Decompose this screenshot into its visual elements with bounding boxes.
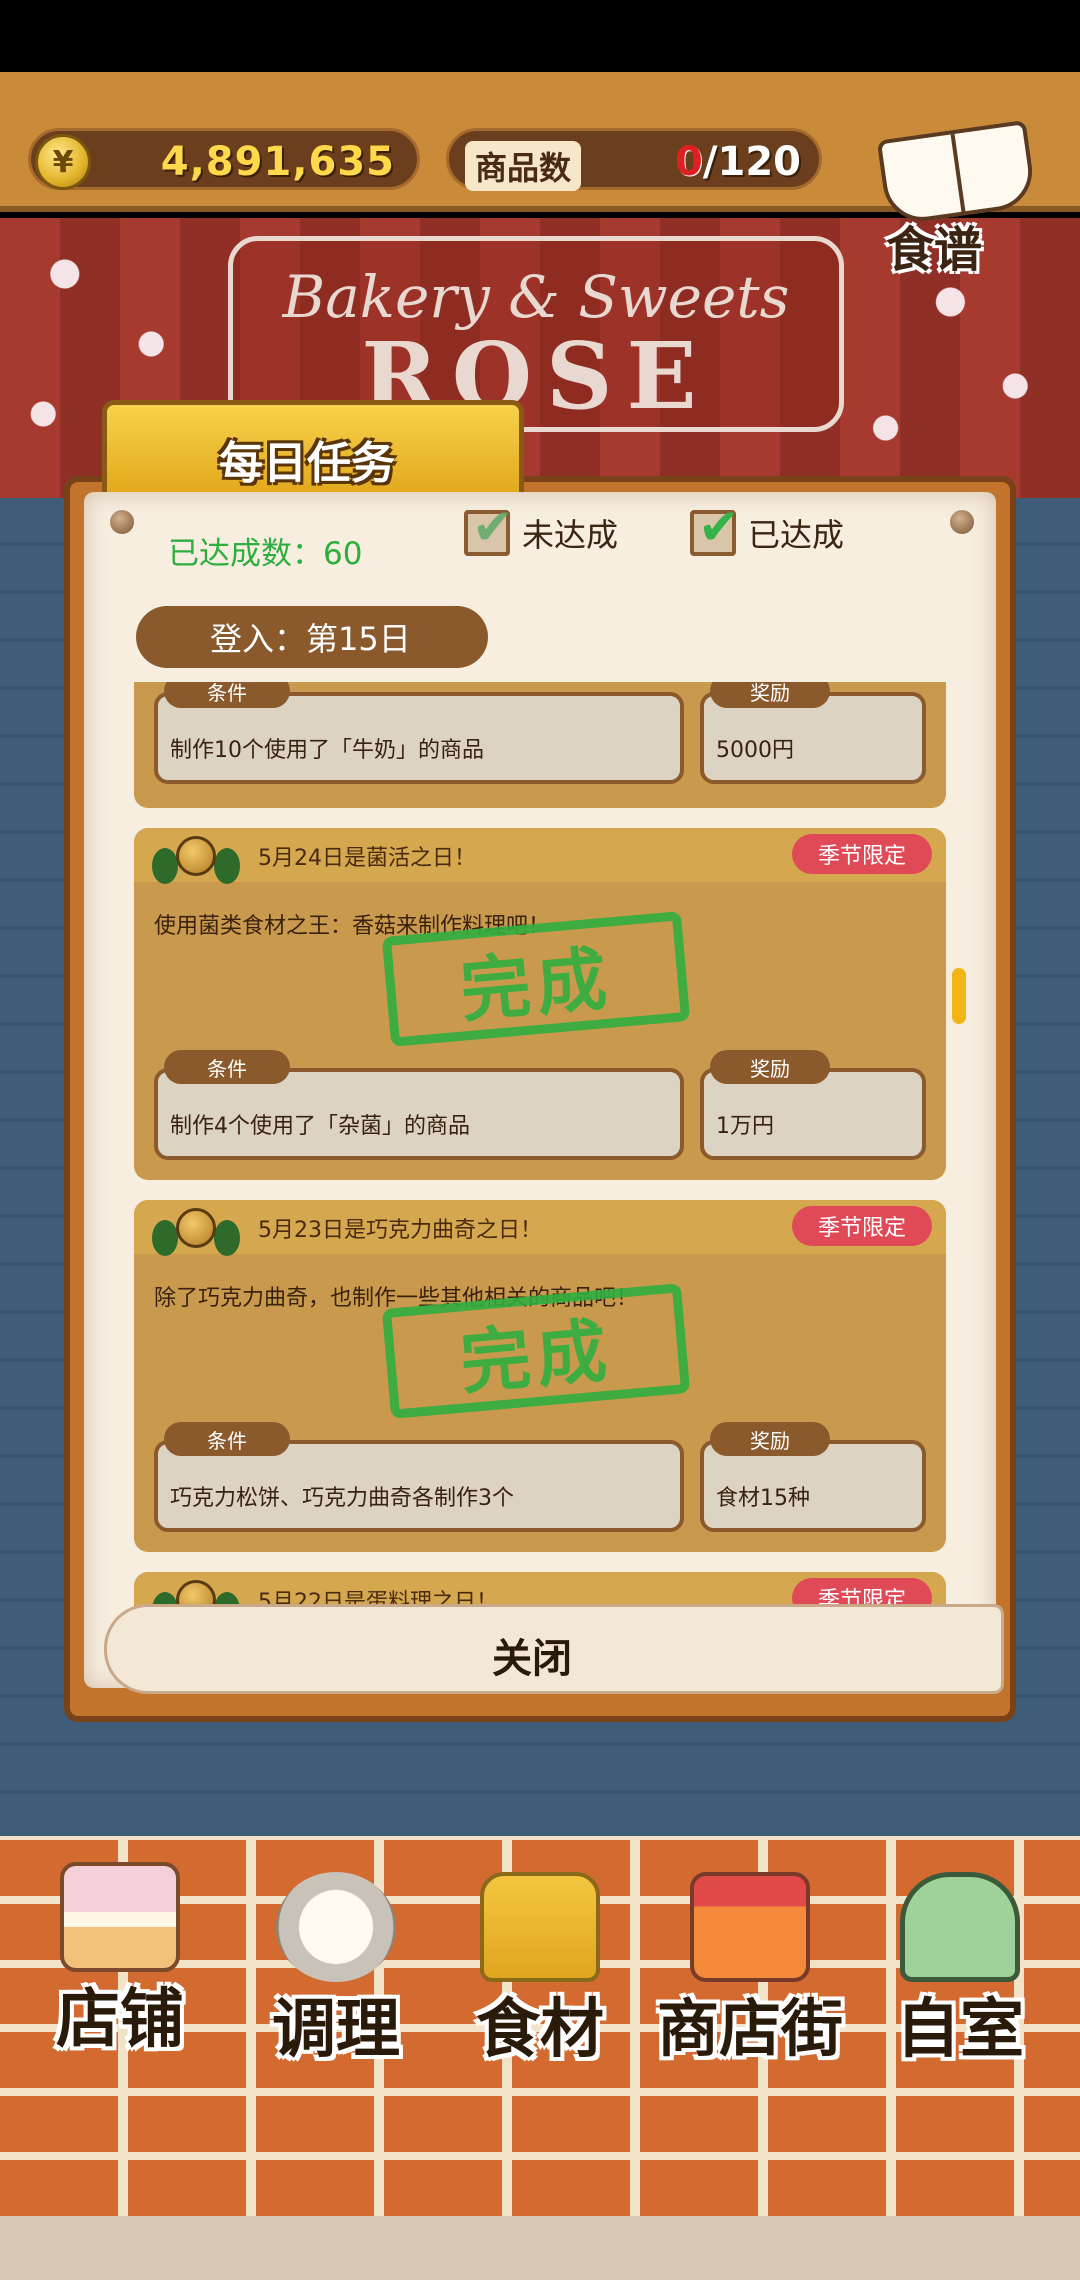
nav-my-room[interactable]: 自室 <box>870 1860 1050 2080</box>
nail-icon <box>950 510 974 534</box>
staff-only-door-icon <box>900 1872 1020 1982</box>
laurel-medal-icon <box>148 1206 240 1262</box>
goods-label: 商品数 <box>465 141 582 191</box>
laurel-medal-icon <box>148 834 240 890</box>
condition-tag: 条件 <box>164 682 290 708</box>
checkbox-checked-icon <box>690 498 740 556</box>
condition-text: 制作10个使用了「牛奶」的商品 <box>170 738 484 763</box>
nav-cooking[interactable]: 调理 <box>246 1860 426 2080</box>
cake-icon <box>60 1862 180 1972</box>
status-bar <box>0 0 1080 72</box>
mixing-bowl-icon <box>276 1872 396 1982</box>
reward-tag: 奖励 <box>710 682 830 708</box>
condition-box: 条件 制作4个使用了「杂菌」的商品 <box>154 1050 684 1160</box>
goods-max: /120 <box>702 139 801 185</box>
dialog-title: 每日任务 <box>219 438 395 489</box>
nav-label: 自室 <box>896 1993 1024 2067</box>
task-title: 5月24日是菌活之日！ <box>258 846 476 871</box>
condition-box: 条件 巧克力松饼、巧克力曲奇各制作3个 <box>154 1422 684 1532</box>
nav-shopping-street[interactable]: 商店街 <box>650 1860 850 2080</box>
flour-bag-icon <box>480 1872 600 1982</box>
reward-box: 奖励 1万円 <box>700 1050 926 1160</box>
legend-complete-label: 已达成 <box>748 516 845 554</box>
condition-tag: 条件 <box>164 1422 290 1456</box>
condition-text: 制作4个使用了「杂菌」的商品 <box>170 1114 470 1139</box>
task-card: 5月24日是菌活之日！ 季节限定 使用菌类食材之王：香菇来制作料理吧！ 完成 条… <box>134 828 946 1180</box>
shop-street-icon <box>690 1872 810 1982</box>
achieved-count: 已达成数：60 <box>168 536 363 572</box>
season-limited-badge: 季节限定 <box>792 1578 932 1606</box>
nav-label: 调理 <box>272 1993 400 2067</box>
reward-text: 1万円 <box>716 1114 774 1139</box>
condition-box: 条件 制作10个使用了「牛奶」的商品 <box>154 682 684 784</box>
close-button-label: 关闭 <box>492 1636 572 1682</box>
checkbox-icon <box>464 498 514 556</box>
condition-tag: 条件 <box>164 1050 290 1084</box>
shop-sign-subtitle: Bakery & Sweets <box>282 263 790 331</box>
ground-strip <box>0 2216 1080 2280</box>
goods-count: 0/120 <box>675 139 801 185</box>
recipe-label: 食谱 <box>886 222 983 278</box>
nav-shop[interactable]: 店铺 <box>30 1850 210 2070</box>
coin-value: 4,891,635 <box>160 139 395 185</box>
coin-counter: ¥ 4,891,635 <box>28 128 420 190</box>
login-day-badge: 登入：第15日 <box>136 606 488 668</box>
legend-complete: 已达成 <box>690 498 845 556</box>
yen-coin-icon: ¥ <box>35 134 91 190</box>
season-limited-badge: 季节限定 <box>792 1206 932 1246</box>
task-card: 条件 制作10个使用了「牛奶」的商品 奖励 5000円 <box>134 682 946 808</box>
nav-ingredients[interactable]: 食材 <box>450 1860 630 2080</box>
task-title: 5月22日是蛋料理之日！ <box>258 1590 498 1606</box>
season-limited-badge: 季节限定 <box>792 834 932 874</box>
task-list-scrollbar[interactable] <box>952 968 966 1024</box>
nav-label: 食材 <box>476 1993 604 2067</box>
goods-current: 0 <box>675 139 703 185</box>
nav-label: 店铺 <box>56 1983 184 2057</box>
reward-text: 食材15种 <box>716 1486 810 1511</box>
laurel-medal-icon <box>148 1578 240 1606</box>
legend-incomplete: 未达成 <box>464 498 619 556</box>
task-card: 5月22日是蛋料理之日！ 季节限定 <box>134 1572 946 1606</box>
task-list[interactable]: 条件 制作10个使用了「牛奶」的商品 奖励 5000円 5月24日是菌活之日！ … <box>134 682 946 1606</box>
reward-box: 奖励 5000円 <box>700 682 926 784</box>
task-title: 5月23日是巧克力曲奇之日！ <box>258 1218 542 1243</box>
nail-icon <box>110 510 134 534</box>
goods-counter: 商品数 0/120 <box>446 128 822 191</box>
legend-incomplete-label: 未达成 <box>522 516 619 554</box>
reward-tag: 奖励 <box>710 1422 830 1456</box>
nav-label: 商店街 <box>656 1992 843 2065</box>
task-card: 5月23日是巧克力曲奇之日！ 季节限定 除了巧克力曲奇，也制作一些其他相关的商品… <box>134 1200 946 1552</box>
dialog-tab: 每日任务 <box>102 400 524 500</box>
reward-tag: 奖励 <box>710 1050 830 1084</box>
condition-text: 巧克力松饼、巧克力曲奇各制作3个 <box>170 1486 514 1511</box>
reward-box: 奖励 食材15种 <box>700 1422 926 1532</box>
reward-text: 5000円 <box>716 738 794 763</box>
recipe-book-button[interactable]: 食谱 <box>866 119 1046 280</box>
